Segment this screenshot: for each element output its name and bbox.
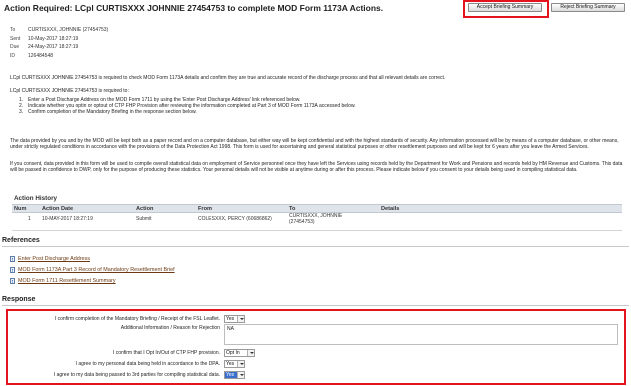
required-to-text: LCpl CURTISXXX JOHNNIE 27454753 is requi…	[10, 88, 129, 94]
third-party-label: I agree to my data being passed to 3rd p…	[53, 372, 220, 378]
col-num: Num	[14, 206, 27, 212]
cell-num: 1	[28, 216, 31, 222]
optin-label: I confirm that I Opt In/Out of CTP FHP p…	[112, 350, 220, 356]
page-title: Action Required: LCpl CURTISXXX JOHNNIE …	[4, 3, 384, 13]
cell-date: 10-MAY-2017 18:27:19	[42, 216, 93, 222]
step-text: Confirm completion of the Mandatory Brie…	[28, 108, 197, 115]
reference-link-form-1173a[interactable]: MOD Form 1173A Part 3 Record of Mandator…	[10, 267, 175, 273]
document-icon	[10, 256, 15, 262]
meta-due: 24-May-2017 18:27:19	[28, 44, 79, 50]
privacy-text-2: If you consent, data provided in this fo…	[10, 161, 623, 173]
reject-briefing-button[interactable]: Reject Briefing Summary	[551, 3, 625, 12]
meta-sent: 10-May-2017 18:27:19	[28, 35, 79, 42]
col-action-date: Action Date	[42, 206, 74, 212]
meta-id: 126484548	[28, 52, 54, 59]
cell-action: Submit	[136, 216, 152, 222]
select-value: Yes	[226, 316, 235, 322]
meta-key: Sent	[10, 35, 21, 42]
action-history-title: Action History	[14, 195, 58, 202]
table-row: 1 10-MAY-2017 18:27:19 Submit COLESXXX, …	[12, 213, 622, 231]
reference-link-form-1711[interactable]: MOD Form 1711 Resettlement Summary	[10, 278, 116, 284]
col-to: To	[289, 206, 296, 212]
chevron-down-icon	[237, 361, 244, 367]
chevron-down-icon	[247, 350, 254, 356]
optin-select[interactable]: Opt In	[224, 349, 255, 357]
meta-key: ID	[10, 52, 15, 59]
dpa-label: I agree to my personal data being held i…	[75, 361, 220, 367]
message-meta: To CURTISXXX, JOHNNIE (27454753) Sent 10-M…	[10, 26, 108, 60]
intro-text: LCpl CURTISXXX JOHNNIE 27454753 is requi…	[10, 75, 446, 81]
reference-label: Enter Post Discharge Address	[18, 256, 90, 262]
steps-list: 1. Enter a Post Discharge Address on the …	[19, 97, 356, 115]
col-details: Details	[381, 206, 400, 212]
cell-to: CURTISXXX, JOHNNIE (27454753)	[289, 213, 343, 225]
confirm-select[interactable]: Yes	[224, 315, 245, 323]
divider	[2, 246, 629, 247]
references-title: References	[2, 237, 40, 244]
accept-briefing-button[interactable]: Accept Briefing Summary	[468, 3, 542, 12]
cell-from: COLESXXX, PERCY (60686862)	[198, 216, 272, 222]
select-value: Yes	[226, 361, 235, 367]
meta-to: CURTISXXX, JOHNNIE (27454753)	[28, 27, 109, 33]
list-item: 3. Confirm completion of the Mandatory Br…	[19, 108, 197, 115]
response-row-third-party: I agree to my data being passed to 3rd p…	[10, 371, 220, 379]
col-from: From	[198, 206, 212, 212]
meta-key: Due	[10, 44, 20, 50]
reference-label: MOD Form 1711 Resettlement Summary	[18, 278, 116, 284]
divider	[2, 305, 629, 306]
history-table-header: Num Action Date Action From To Details	[12, 204, 622, 213]
confirm-label: I confirm completion of the Mandatory Br…	[54, 316, 220, 322]
document-icon	[10, 267, 15, 273]
privacy-text-1: The data provided by you and by the MOD …	[10, 138, 619, 150]
info-label: Additional Information / Reason for Reje…	[120, 325, 220, 331]
reference-link-address[interactable]: Enter Post Discharge Address	[10, 256, 90, 262]
reference-label: MOD Form 1173A Part 3 Record of Mandator…	[18, 267, 175, 273]
response-row-dpa: I agree to my personal data being held i…	[10, 360, 220, 368]
response-row-info: Additional Information / Reason for Reje…	[10, 324, 220, 332]
meta-key: To	[10, 27, 16, 33]
response-title: Response	[2, 296, 36, 303]
select-value: Yes	[226, 372, 235, 378]
response-row-optin: I confirm that I Opt In/Out of CTP FHP p…	[10, 349, 220, 357]
dpa-select[interactable]: Yes	[224, 360, 245, 368]
response-row-confirm: I confirm completion of the Mandatory Br…	[10, 315, 220, 323]
additional-info-textarea[interactable]: NA	[224, 324, 618, 345]
select-value: Opt In	[226, 350, 240, 356]
document-icon	[10, 278, 15, 284]
col-action: Action	[136, 206, 154, 212]
chevron-down-icon	[237, 372, 244, 378]
chevron-down-icon	[237, 316, 244, 322]
third-party-select[interactable]: Yes	[224, 371, 245, 379]
